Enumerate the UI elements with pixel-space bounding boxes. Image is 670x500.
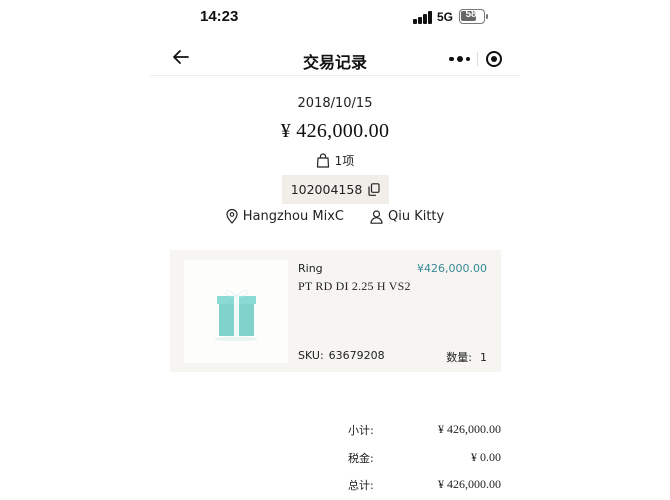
grand-total-row: 总计: ¥ 426,000.00 [348, 477, 501, 493]
product-description: PT RD DI 2.25 H VS2 [298, 279, 411, 293]
order-number: 102004158 [290, 182, 363, 197]
battery-icon: 58 [459, 9, 488, 24]
store-name: Hangzhou MixC [242, 209, 344, 224]
product-quantity: 数量: 1 [446, 349, 487, 365]
signal-icon [413, 11, 433, 24]
product-sku: SKU: 63679208 [298, 349, 385, 362]
quantity-label: 数量: [446, 351, 472, 364]
more-button[interactable] [442, 46, 477, 72]
more-dots-icon [449, 56, 454, 62]
nav-bar: 交易记录 [150, 40, 520, 76]
items-count: 1项 [334, 154, 355, 168]
product-thumbnail [184, 260, 288, 363]
product-card[interactable]: Ring ¥426,000.00 PT RD DI 2.25 H VS2 SKU… [170, 250, 501, 372]
person-icon [370, 209, 383, 224]
transaction-total: ¥ 426,000.00 [280, 120, 390, 142]
items-count-row: 1项 [150, 152, 520, 169]
location-pin-icon [226, 209, 238, 224]
shopping-bag-icon [316, 153, 329, 168]
quantity-value: 1 [480, 351, 487, 364]
product-price: ¥426,000.00 [417, 262, 487, 275]
sku-value: 63679208 [328, 349, 385, 362]
advisor-name: Qiu Kitty [387, 209, 445, 224]
mini-program-capsule [442, 46, 512, 72]
target-close-icon[interactable] [486, 51, 502, 67]
order-number-badge: 102004158 [282, 175, 389, 204]
store-info: Hangzhou MixC [226, 209, 344, 224]
copy-icon[interactable] [368, 183, 380, 196]
status-bar: 14:23 5G 58 [150, 0, 520, 36]
battery-level: 58 [465, 9, 477, 20]
network-type: 5G [437, 10, 454, 24]
status-time: 14:23 [200, 8, 239, 25]
tax-label: 税金: [348, 452, 374, 465]
tax-row: 税金: ¥ 0.00 [348, 450, 501, 466]
grand-total-label: 总计: [348, 479, 374, 492]
subtotal-label: 小计: [348, 424, 374, 437]
transaction-date: 2018/10/15 [297, 96, 373, 111]
sku-label: SKU: [298, 349, 324, 362]
grand-total-value: ¥ 426,000.00 [438, 477, 501, 491]
subtotal-row: 小计: ¥ 426,000.00 [348, 422, 501, 438]
product-category: Ring [298, 262, 323, 275]
gift-box-icon [214, 290, 258, 341]
subtotal-value: ¥ 426,000.00 [438, 422, 501, 436]
store-advisor-row: Hangzhou MixC Qiu Kitty [150, 209, 520, 224]
tax-value: ¥ 0.00 [471, 450, 501, 464]
capsule-divider [477, 52, 478, 66]
advisor-info: Qiu Kitty [370, 209, 444, 224]
